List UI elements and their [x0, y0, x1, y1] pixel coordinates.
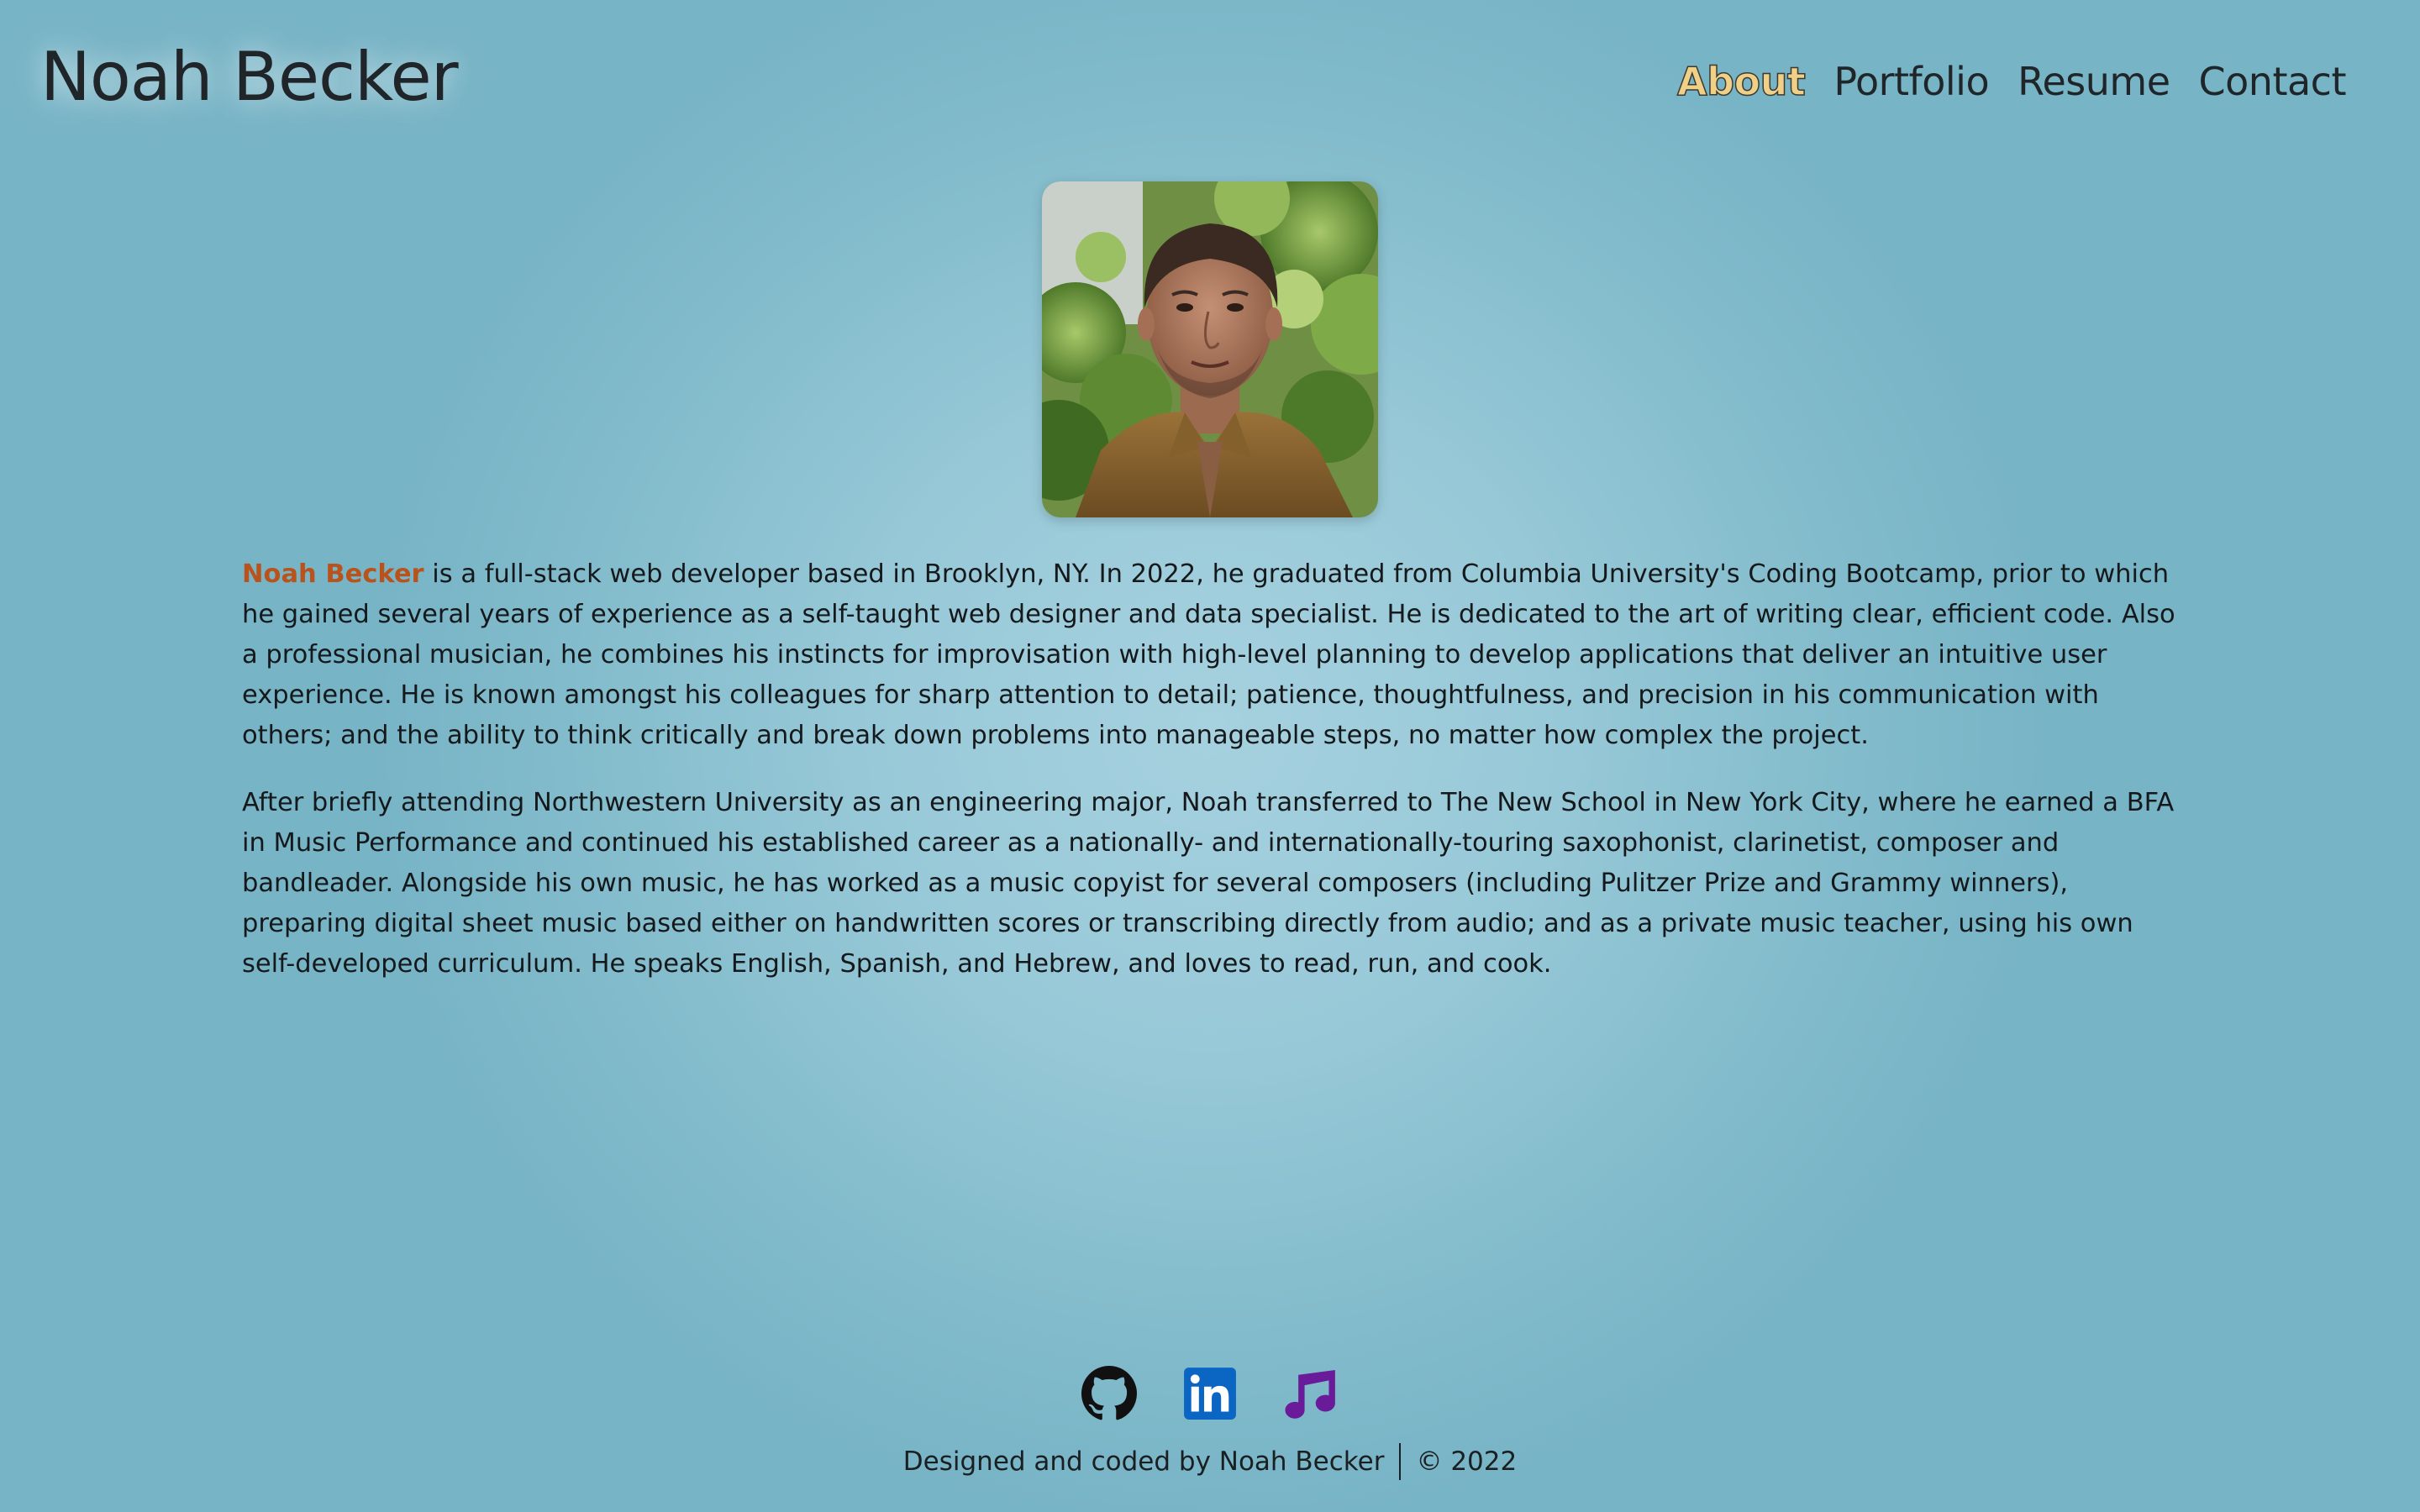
copyright-text: © 2022 [1416, 1446, 1518, 1477]
bio-paragraph-2: After briefly attending Northwestern Uni… [242, 788, 2175, 979]
bio-paragraph-1-text: is a full-stack web developer based in B… [242, 559, 2175, 750]
footer-credit: Designed and coded by Noah Becker © 2022 [0, 1443, 2420, 1480]
credit-text: Designed and coded by Noah Becker [902, 1446, 1385, 1477]
nav-portfolio[interactable]: Portfolio [1833, 50, 1989, 113]
github-link[interactable] [1081, 1366, 1137, 1421]
github-icon [1081, 1366, 1137, 1420]
linkedin-icon [1184, 1368, 1236, 1420]
profile-photo [1042, 181, 1378, 517]
about-bio: Noah Becker is a full-stack web develope… [242, 554, 2185, 1011]
music-link[interactable] [1283, 1366, 1339, 1421]
bio-name-highlight: Noah Becker [242, 559, 424, 589]
nav-about[interactable]: About [1676, 50, 1806, 113]
music-note-icon [1285, 1369, 1335, 1419]
bio-paragraph-1: Noah Becker is a full-stack web develope… [242, 554, 2185, 756]
nav-resume[interactable]: Resume [2018, 50, 2170, 113]
footer-divider [1399, 1443, 1402, 1480]
site-title[interactable]: Noah Becker [40, 35, 459, 119]
site-footer: Designed and coded by Noah Becker © 2022 [0, 1359, 2420, 1512]
linkedin-link[interactable] [1182, 1366, 1238, 1421]
social-links [0, 1366, 2420, 1421]
nav-contact[interactable]: Contact [2199, 50, 2347, 113]
main-nav: About Portfolio Resume Contact [1676, 50, 2347, 113]
site-header: Noah Becker About Portfolio Resume Conta… [0, 0, 2420, 160]
